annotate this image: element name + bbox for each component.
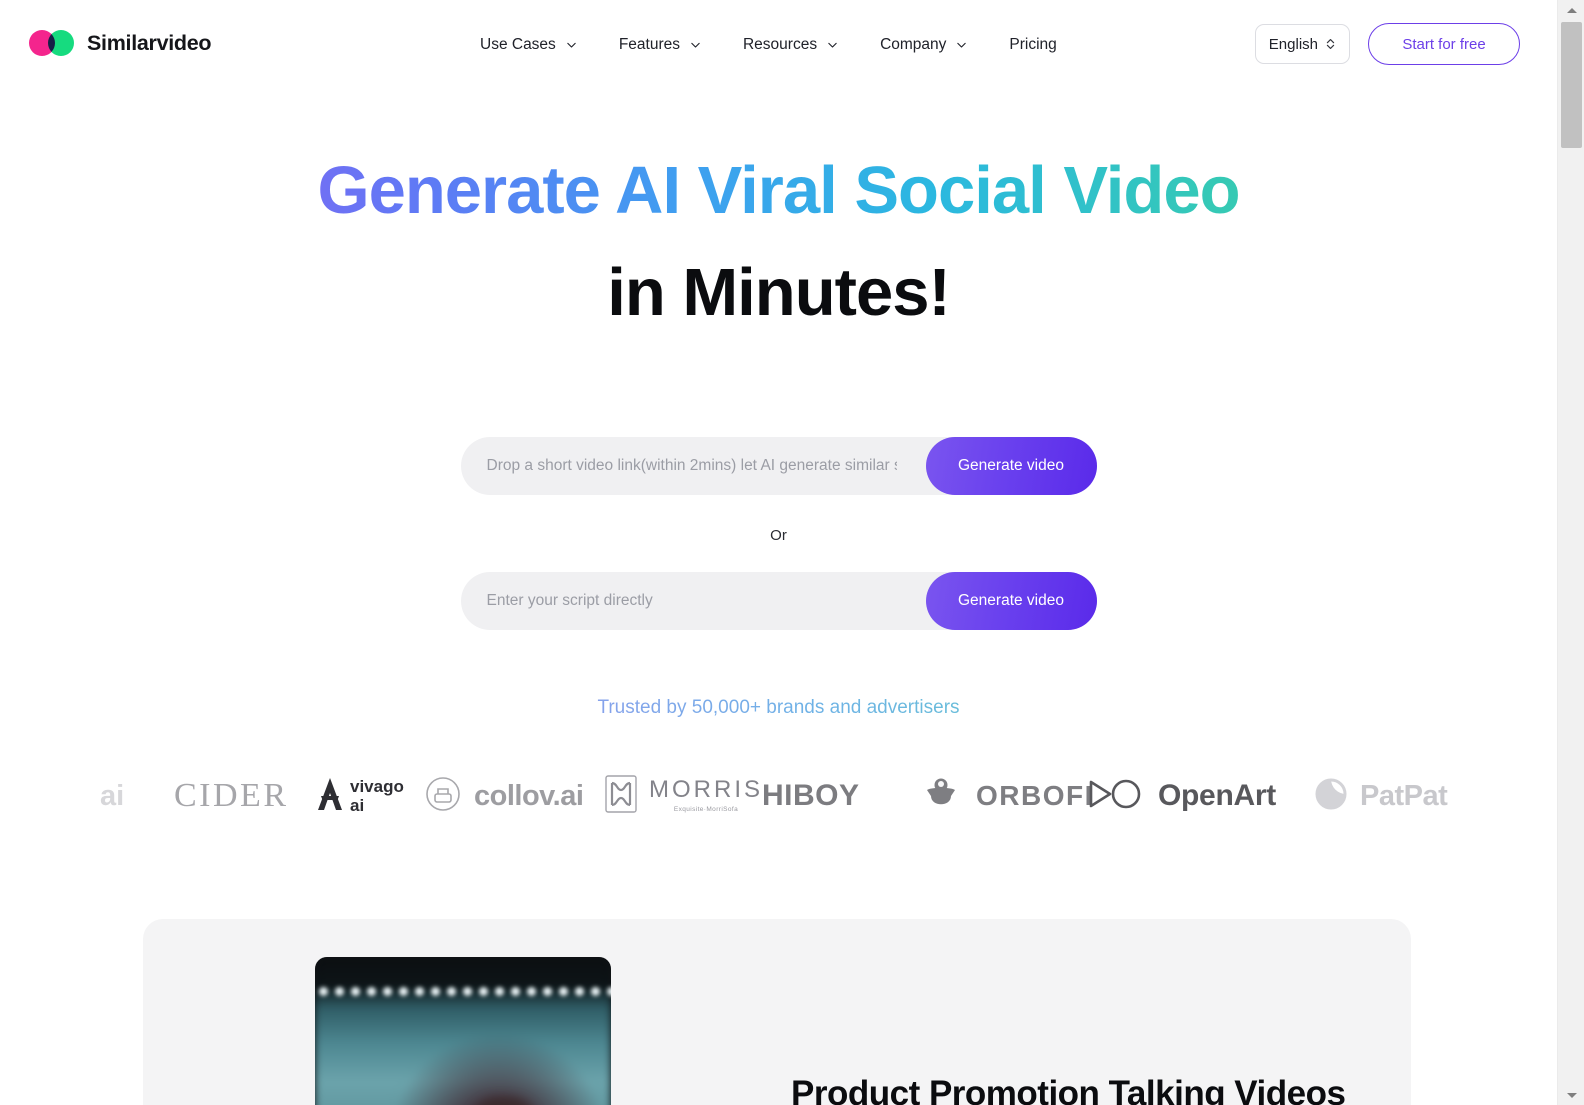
feature-card: Product Promotion Talking Videos bbox=[143, 919, 1411, 1105]
or-separator: Or bbox=[770, 527, 787, 544]
logo-morris: MORRIS Exquisite·MorriSofa bbox=[605, 762, 763, 830]
logo-patpat: PatPat bbox=[1313, 762, 1448, 830]
logo-openart-text: OpenArt bbox=[1158, 779, 1276, 812]
brand-logo[interactable]: Similarvideo bbox=[29, 30, 212, 56]
logo-cider-text: CIDER bbox=[174, 777, 289, 814]
logo-collov-text: collov.ai bbox=[474, 779, 584, 812]
orbofi-mark-icon bbox=[918, 774, 964, 819]
trusted-by-label: Trusted by 50,000+ brands and advertiser… bbox=[0, 697, 1557, 719]
language-value: English bbox=[1268, 35, 1318, 53]
video-thumbnail[interactable] bbox=[315, 957, 611, 1105]
video-thumbnail-lights bbox=[315, 983, 611, 999]
logo-openart: OpenArt bbox=[1088, 762, 1276, 830]
hero-title-line-1: Generate AI Viral Social Video bbox=[0, 143, 1557, 238]
vertical-scrollbar[interactable] bbox=[1557, 0, 1584, 1105]
logo-hiboy-text: HIBOY bbox=[762, 779, 860, 812]
nav-label: Company bbox=[880, 36, 947, 53]
similarvideo-logo-icon bbox=[29, 30, 75, 56]
logo-ai-text: ai bbox=[100, 779, 125, 812]
header-actions: English Start for free bbox=[1254, 23, 1520, 65]
logo-vivago-text-bottom: ai bbox=[350, 796, 365, 815]
patpat-mark-icon bbox=[1313, 776, 1349, 817]
site-header: Similarvideo Use Cases Features Resource bbox=[0, 0, 1557, 90]
logo-collov: collov.ai bbox=[425, 762, 584, 830]
generate-video-from-script-button[interactable]: Generate video bbox=[925, 572, 1097, 630]
hero-section: Generate AI Viral Social Video in Minute… bbox=[0, 90, 1557, 340]
page-content: Similarvideo Use Cases Features Resource bbox=[0, 0, 1557, 1105]
script-row: Generate video bbox=[460, 572, 1097, 630]
feature-card-heading: Product Promotion Talking Videos bbox=[791, 1074, 1346, 1105]
logo-morris-subtext: Exquisite·MorriSofa bbox=[673, 806, 739, 814]
video-thumbnail-image bbox=[315, 957, 611, 1105]
nav-label: Use Cases bbox=[480, 36, 556, 53]
brand-logo-strip: ai CIDER vivago ai collov.ai MORRIS Exqu… bbox=[0, 762, 1557, 830]
chevron-up-down-icon bbox=[1325, 36, 1336, 52]
main-nav: Use Cases Features Resources Company Pri… bbox=[480, 32, 1057, 58]
vivago-mark-icon bbox=[312, 774, 348, 819]
nav-item-use-cases[interactable]: Use Cases bbox=[480, 32, 586, 58]
chevron-down-icon bbox=[826, 39, 839, 52]
scrollbar-thumb[interactable] bbox=[1561, 22, 1582, 148]
vivago-text-block: vivago ai bbox=[350, 778, 404, 814]
video-link-row: Generate video bbox=[460, 437, 1097, 495]
start-for-free-button[interactable]: Start for free bbox=[1368, 23, 1520, 65]
logo-hiboy: HIBOY bbox=[762, 762, 860, 830]
chevron-down-icon bbox=[689, 39, 702, 52]
logo-orbofi: ORBOFI bbox=[918, 762, 1094, 830]
chevron-down-icon bbox=[565, 39, 578, 52]
nav-item-company[interactable]: Company bbox=[880, 32, 976, 58]
nav-label: Pricing bbox=[1009, 36, 1057, 53]
logo-circle-green bbox=[48, 30, 74, 56]
nav-item-pricing[interactable]: Pricing bbox=[1009, 32, 1056, 58]
scroll-down-arrow-icon[interactable] bbox=[1558, 1086, 1584, 1104]
morris-text-block: MORRIS Exquisite·MorriSofa bbox=[649, 778, 763, 814]
openart-mark-icon bbox=[1088, 776, 1144, 817]
hero-title-line-2: in Minutes! bbox=[607, 255, 951, 331]
brand-name: Similarvideo bbox=[87, 30, 212, 55]
scroll-up-arrow-icon[interactable] bbox=[1558, 1, 1584, 19]
logo-patpat-text: PatPat bbox=[1360, 779, 1448, 812]
nav-item-resources[interactable]: Resources bbox=[743, 32, 847, 58]
nav-item-features[interactable]: Features bbox=[619, 32, 710, 58]
collov-mark-icon bbox=[425, 776, 461, 817]
language-selector[interactable]: English bbox=[1254, 24, 1350, 64]
hero-form: Generate video Or Generate video bbox=[0, 437, 1557, 630]
logo-morris-text: MORRIS bbox=[649, 776, 763, 804]
page-title: Generate AI Viral Social Video in Minute… bbox=[0, 143, 1557, 340]
browser-viewport: Similarvideo Use Cases Features Resource bbox=[0, 0, 1584, 1105]
morris-mark-icon bbox=[605, 774, 637, 818]
generate-video-from-link-button[interactable]: Generate video bbox=[925, 437, 1097, 495]
chevron-down-icon bbox=[955, 39, 968, 52]
nav-label: Features bbox=[618, 36, 680, 53]
logo-ai: ai bbox=[100, 762, 124, 830]
logo-vivago-text-top: vivago bbox=[350, 777, 404, 796]
nav-label: Resources bbox=[742, 36, 818, 53]
logo-cider: CIDER bbox=[174, 762, 289, 830]
logo-orbofi-text: ORBOFI bbox=[976, 780, 1094, 811]
logo-vivago: vivago ai bbox=[312, 762, 404, 830]
